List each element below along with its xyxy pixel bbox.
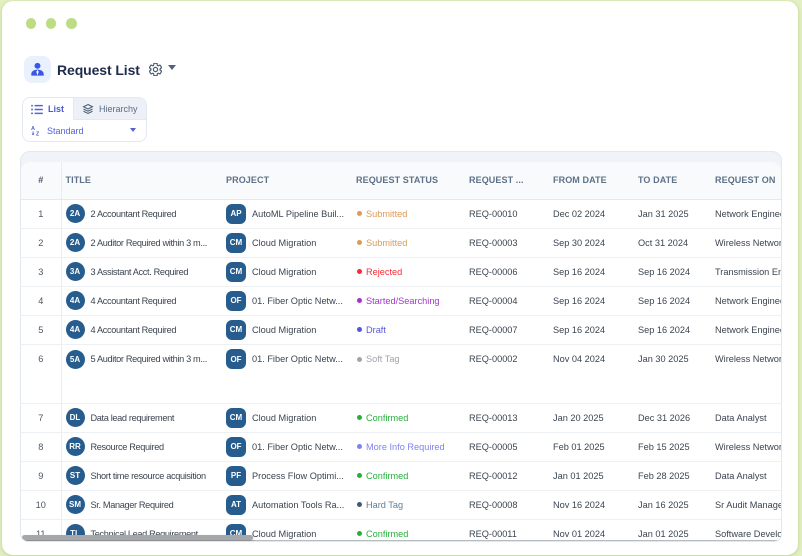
svg-text:A: A <box>31 126 35 132</box>
svg-text:Z: Z <box>36 131 40 136</box>
